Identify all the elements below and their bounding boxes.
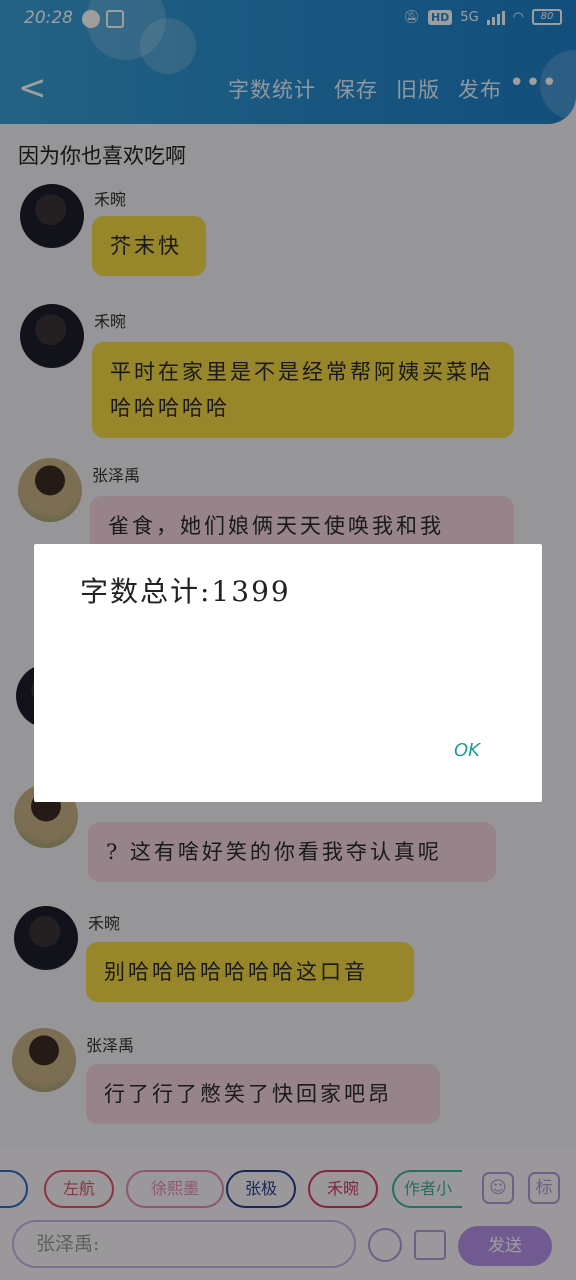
ok-button[interactable]: OK	[454, 740, 480, 761]
dialog-message: 字数总计:1399	[80, 575, 291, 608]
word-count-dialog: 字数总计:1399 OK	[34, 544, 542, 802]
